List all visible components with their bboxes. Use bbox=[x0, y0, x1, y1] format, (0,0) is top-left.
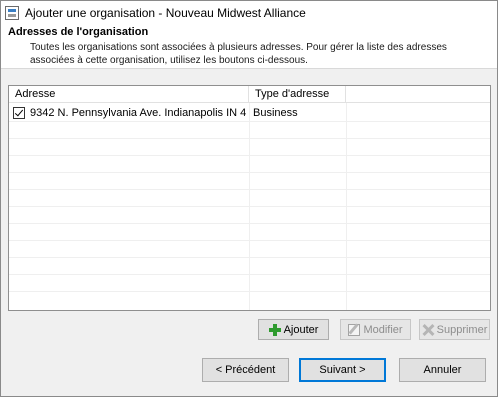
column-header-address[interactable]: Adresse bbox=[9, 86, 249, 103]
column-header-address-type[interactable]: Type d'adresse bbox=[249, 86, 346, 103]
row-divider bbox=[9, 274, 490, 275]
edit-button[interactable]: Modifier bbox=[340, 319, 411, 340]
address-cell: 9342 N. Pennsylvania Ave. Indianapolis I… bbox=[30, 107, 246, 119]
window-title: Ajouter une organisation - Nouveau Midwe… bbox=[25, 6, 306, 20]
address-list[interactable]: Adresse Type d'adresse 9342 N. Pennsylva… bbox=[8, 85, 491, 311]
row-divider bbox=[9, 189, 490, 190]
app-icon bbox=[5, 6, 19, 20]
page-description: Toutes les organisations sont associées … bbox=[30, 42, 447, 66]
column-divider bbox=[249, 103, 250, 310]
row-checkbox[interactable] bbox=[13, 107, 25, 119]
plus-icon bbox=[268, 323, 281, 336]
row-divider bbox=[9, 240, 490, 241]
row-divider bbox=[9, 206, 490, 207]
add-button[interactable]: Ajouter bbox=[258, 319, 329, 340]
dialog-window: Ajouter une organisation - Nouveau Midwe… bbox=[0, 0, 498, 397]
next-button[interactable]: Suivant > bbox=[299, 358, 386, 382]
row-divider bbox=[9, 223, 490, 224]
column-divider bbox=[346, 103, 347, 310]
row-divider bbox=[9, 257, 490, 258]
row-divider bbox=[9, 138, 490, 139]
address-type-cell: Business bbox=[253, 107, 298, 119]
cancel-button[interactable]: Annuler bbox=[399, 358, 486, 382]
list-header: Adresse Type d'adresse bbox=[9, 86, 490, 103]
edit-button-label: Modifier bbox=[363, 323, 403, 336]
page-title: Adresses de l'organisation bbox=[8, 26, 149, 38]
add-button-label: Ajouter bbox=[283, 323, 319, 336]
header-panel: Adresses de l'organisation Toutes les or… bbox=[1, 25, 497, 69]
row-divider bbox=[9, 155, 490, 156]
row-divider bbox=[9, 172, 490, 173]
previous-button[interactable]: < Précédent bbox=[202, 358, 289, 382]
title-bar[interactable]: Ajouter une organisation - Nouveau Midwe… bbox=[1, 1, 497, 25]
delete-icon bbox=[422, 324, 434, 336]
table-row[interactable]: 9342 N. Pennsylvania Ave. Indianapolis I… bbox=[9, 104, 490, 122]
row-divider bbox=[9, 291, 490, 292]
delete-button[interactable]: Supprimer bbox=[419, 319, 490, 340]
edit-icon bbox=[348, 323, 361, 336]
delete-button-label: Supprimer bbox=[436, 323, 488, 336]
